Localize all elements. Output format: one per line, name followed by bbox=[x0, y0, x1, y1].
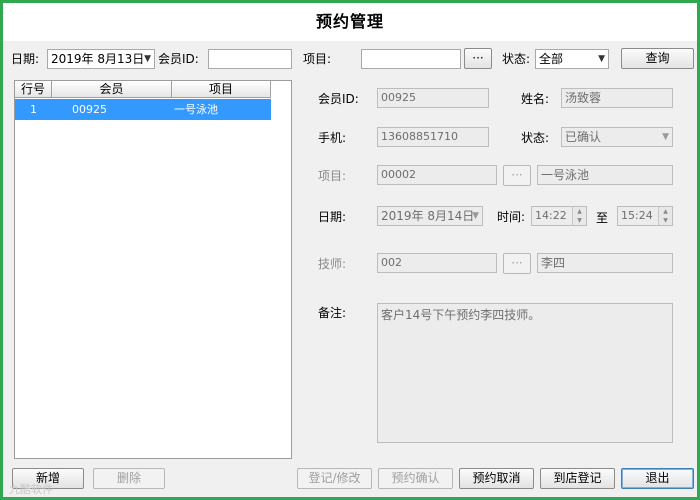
cell-member: 00925 bbox=[72, 103, 107, 116]
search-status-select[interactable]: 全部 ▼ bbox=[535, 49, 609, 69]
search-member-id-label: 会员ID: bbox=[158, 52, 199, 66]
time-from-value: 14:22 bbox=[535, 209, 567, 222]
note-label: 备注: bbox=[318, 306, 347, 320]
spin-up-icon: ▲ bbox=[577, 208, 582, 215]
status-select[interactable]: 已确认 ▼ bbox=[561, 127, 673, 147]
chevron-down-icon: ▼ bbox=[472, 211, 479, 221]
technician-name-field[interactable]: 李四 bbox=[537, 253, 673, 273]
arrive-button[interactable]: 到店登记 bbox=[540, 468, 615, 489]
member-id-label: 会员ID: bbox=[318, 92, 359, 106]
watermark: 九酷软件 bbox=[9, 483, 53, 496]
column-header-row-no[interactable]: 行号 bbox=[15, 81, 52, 98]
search-date-value: 2019年 8月13日 bbox=[51, 52, 145, 66]
spin-down-icon: ▼ bbox=[663, 217, 668, 224]
name-label: 姓名: bbox=[521, 92, 550, 106]
search-status-label: 状态: bbox=[502, 52, 531, 66]
status-label: 状态: bbox=[521, 131, 550, 145]
spin-down-icon: ▼ bbox=[577, 217, 582, 224]
time-to-field[interactable]: 15:24 ▲ ▼ bbox=[617, 206, 673, 226]
project-name-field[interactable]: 一号泳池 bbox=[537, 165, 673, 185]
time-from-spinner[interactable]: ▲ ▼ bbox=[572, 207, 586, 225]
confirm-button[interactable]: 预约确认 bbox=[378, 468, 453, 489]
window-title: 预约管理 bbox=[315, 12, 384, 31]
search-date-label: 日期: bbox=[11, 52, 40, 66]
date-picker[interactable]: 2019年 8月14日 ▼ bbox=[377, 206, 483, 226]
chevron-down-icon: ▼ bbox=[598, 54, 605, 64]
note-textarea[interactable]: 客户14号下午预约李四技师。 bbox=[377, 303, 673, 443]
name-field[interactable]: 汤致蓉 bbox=[561, 88, 673, 108]
time-to-value: 15:24 bbox=[621, 209, 653, 222]
column-header-member[interactable]: 会员 bbox=[52, 81, 172, 98]
search-member-id-input[interactable] bbox=[208, 49, 292, 69]
cell-row-no: 1 bbox=[30, 103, 37, 116]
appointment-list[interactable]: 行号 会员 项目 1 00925 一号泳池 bbox=[14, 80, 292, 459]
cell-project: 一号泳池 bbox=[174, 103, 218, 116]
phone-label: 手机: bbox=[318, 131, 347, 145]
search-project-browse-button[interactable]: ··· bbox=[464, 48, 492, 69]
table-row[interactable]: 1 00925 一号泳池 bbox=[15, 99, 271, 120]
to-label: 至 bbox=[596, 211, 609, 225]
app-window: 预约管理 日期: 2019年 8月13日 ▼ 会员ID: 项目: ··· 状态:… bbox=[0, 0, 700, 500]
date-label: 日期: bbox=[318, 210, 347, 224]
delete-button[interactable]: 删除 bbox=[93, 468, 165, 489]
spin-up-icon: ▲ bbox=[663, 208, 668, 215]
cancel-appointment-button[interactable]: 预约取消 bbox=[459, 468, 534, 489]
project-code-field[interactable]: 00002 bbox=[377, 165, 497, 185]
search-project-input[interactable] bbox=[361, 49, 461, 69]
technician-code-field[interactable]: 002 bbox=[377, 253, 497, 273]
project-label: 项目: bbox=[318, 169, 347, 183]
query-button[interactable]: 查询 bbox=[621, 48, 694, 69]
title-bar: 预约管理 bbox=[3, 3, 697, 41]
member-id-field[interactable]: 00925 bbox=[377, 88, 489, 108]
grid-header: 行号 会员 项目 bbox=[15, 81, 271, 98]
chevron-down-icon: ▼ bbox=[662, 132, 669, 142]
chevron-down-icon: ▼ bbox=[144, 54, 151, 64]
technician-browse-button[interactable]: ··· bbox=[503, 253, 531, 274]
project-browse-button[interactable]: ··· bbox=[503, 165, 531, 186]
search-status-value: 全部 bbox=[539, 52, 564, 66]
technician-label: 技师: bbox=[318, 257, 347, 271]
column-header-project[interactable]: 项目 bbox=[172, 81, 271, 98]
time-from-field[interactable]: 14:22 ▲ ▼ bbox=[531, 206, 587, 226]
edit-button[interactable]: 登记/修改 bbox=[297, 468, 372, 489]
time-to-spinner[interactable]: ▲ ▼ bbox=[658, 207, 672, 225]
exit-button[interactable]: 退出 bbox=[621, 468, 694, 489]
phone-field[interactable]: 13608851710 bbox=[377, 127, 489, 147]
search-project-label: 项目: bbox=[303, 52, 332, 66]
search-date-picker[interactable]: 2019年 8月13日 ▼ bbox=[47, 49, 155, 69]
date-value: 2019年 8月14日 bbox=[381, 209, 475, 223]
time-label: 时间: bbox=[497, 210, 526, 224]
status-value: 已确认 bbox=[565, 130, 602, 144]
